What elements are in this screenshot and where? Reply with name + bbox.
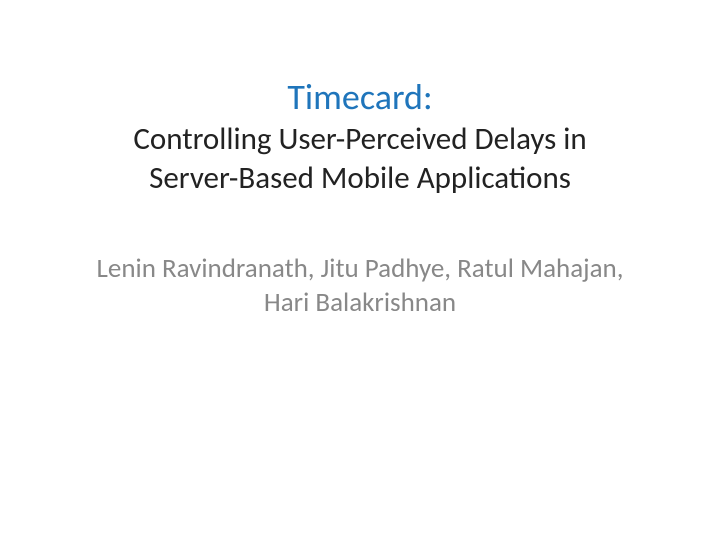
title-colon: : [423,75,433,119]
title-block: Timecard: Controlling User-Perceived Del… [60,75,660,197]
authors-line: Lenin Ravindranath, Jitu Padhye, Ratul M… [90,252,630,286]
subtitle-line: Server-Based Mobile Applications [60,160,660,197]
title-main: Timecard [287,75,423,119]
authors-block: Lenin Ravindranath, Jitu Padhye, Ratul M… [60,252,660,320]
authors-line: Hari Balakrishnan [90,286,630,320]
subtitle-line: Controlling User-Perceived Delays in [60,121,660,158]
title-line: Timecard: [60,75,660,119]
